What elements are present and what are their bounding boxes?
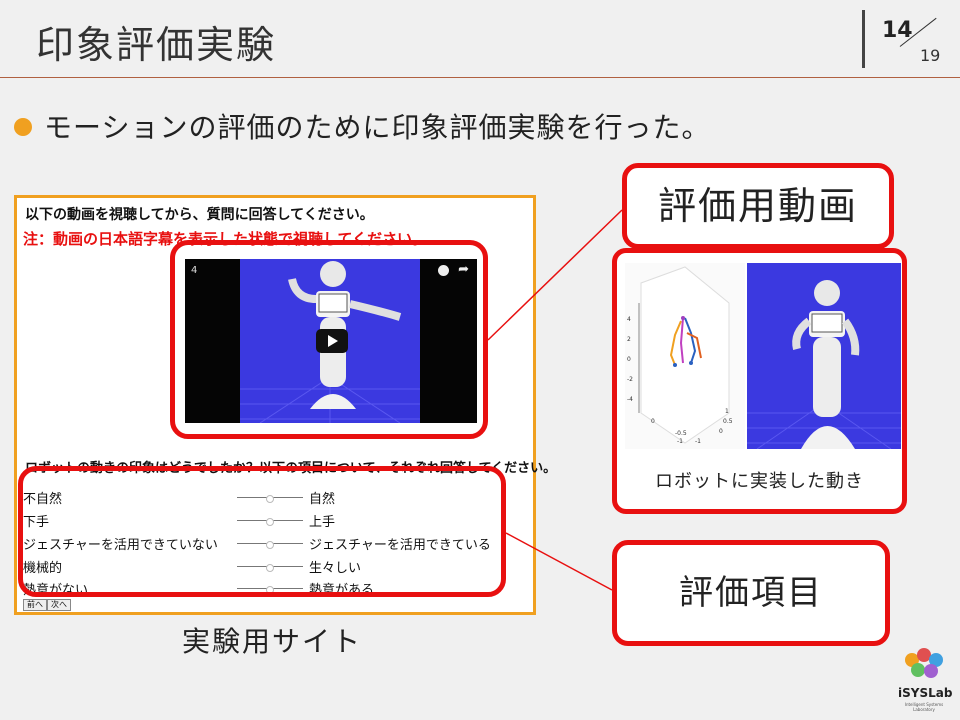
bullet-icon xyxy=(14,118,32,136)
y-tick: 2 xyxy=(627,336,631,343)
y-tick: -2 xyxy=(627,376,633,383)
logo-subtitle: Intelligent Systems Laboratory xyxy=(904,702,944,712)
page-total: 19 xyxy=(920,46,941,65)
site-question-video: 以下の動画を視聴してから、質問に回答してください。 xyxy=(25,207,374,223)
z-tick: -1 xyxy=(695,438,701,445)
y-tick: -4 xyxy=(627,396,633,403)
logo-name: iSYSLab xyxy=(898,686,953,700)
logo-icon xyxy=(905,648,943,678)
items-highlight xyxy=(18,466,506,597)
y-tick: 4 xyxy=(627,316,631,323)
robot-motion-caption: ロボットに実装した動き xyxy=(655,471,864,492)
site-caption: 実験用サイト xyxy=(182,625,363,658)
robot-motion-panel: 4 2 0 -2 -4 0 -0.5 -1 1 0.5 0 -1 ロボットに実装… xyxy=(612,248,907,514)
video-highlight xyxy=(170,240,488,439)
slide-title: 印象評価実験 xyxy=(36,23,277,67)
page-number-divider xyxy=(862,10,865,68)
next-button[interactable]: 次へ xyxy=(47,599,71,611)
isyslab-logo: iSYSLab Intelligent Systems Laboratory xyxy=(898,646,953,714)
items-callout: 評価項目 xyxy=(612,540,890,646)
robot-figure xyxy=(747,280,901,449)
motion-3d-plot: 4 2 0 -2 -4 0 -0.5 -1 1 0.5 0 -1 xyxy=(625,263,745,449)
x-tick: -0.5 xyxy=(675,430,687,437)
robot-video-frame xyxy=(747,263,901,449)
z-tick: 0 xyxy=(719,428,723,435)
z-tick: 1 xyxy=(725,408,729,415)
prev-button[interactable]: 前へ xyxy=(23,599,47,611)
bullet-text: モーションの評価のために印象評価実験を行った。 xyxy=(44,111,711,144)
motion-plot-svg: 4 2 0 -2 -4 0 -0.5 -1 1 0.5 0 -1 xyxy=(627,266,733,445)
y-tick: 0 xyxy=(627,356,631,363)
title-divider xyxy=(0,77,960,78)
z-tick: 0.5 xyxy=(723,418,733,425)
video-callout: 評価用動画 xyxy=(622,163,894,249)
x-tick: -1 xyxy=(677,438,683,445)
x-tick: 0 xyxy=(651,418,655,425)
